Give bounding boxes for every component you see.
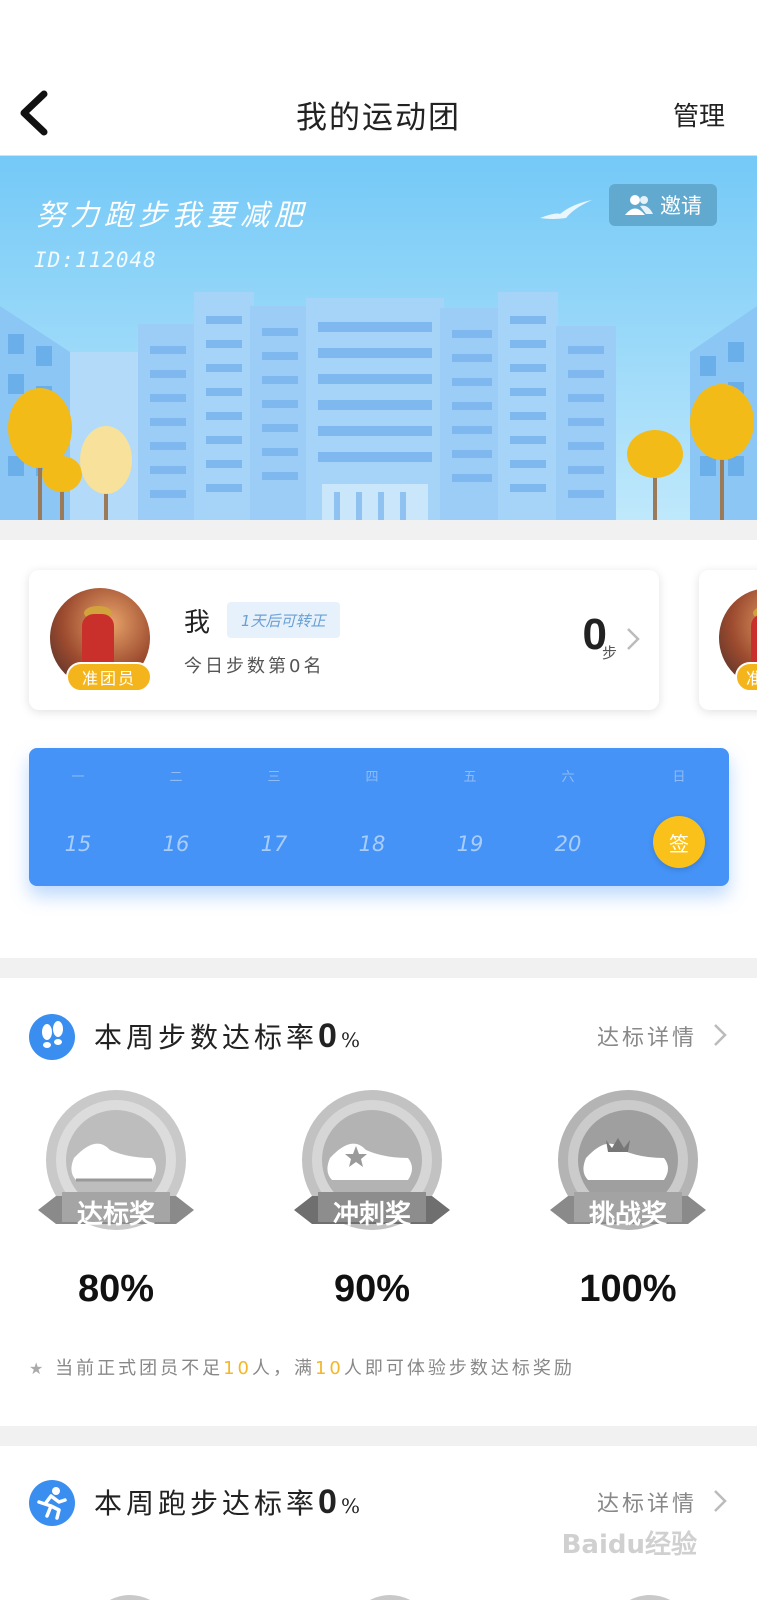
team-banner: 努力跑步我要减肥 ID:112048 邀请 <box>0 156 757 520</box>
run-rate-title-text: 本周跑步达标率 <box>94 1487 319 1520</box>
step-rate-title-text: 本周步数达标率 <box>94 1021 319 1054</box>
weekday-label: 二 <box>169 770 183 785</box>
page-title: 我的运动团 <box>296 100 461 136</box>
team-name: 努力跑步我要减肥 <box>36 198 309 232</box>
run-rate-value: 0 <box>318 1483 341 1521</box>
note-number: 10 <box>314 1358 344 1379</box>
run-rate-title: 本周跑步达标率0% <box>94 1482 364 1522</box>
chevron-right-icon[interactable] <box>713 1488 727 1514</box>
medal-challenge: 挑战奖 <box>548 1088 708 1248</box>
weekday-label: 四 <box>365 770 379 785</box>
run-rate-section: 本周跑步达标率0% 达标详情 Baidu经验 <box>0 1446 757 1600</box>
step-rate-note: ★ 当前正式团员不足10人，满10人即可体验步数达标奖励 <box>29 1354 575 1380</box>
date-label: 15 <box>64 832 92 856</box>
medal-percent: 80% <box>77 1268 155 1310</box>
page: 我的运动团 管理 努力跑步我要减肥 ID:112048 邀请 准团员 我 1天后… <box>0 0 757 1600</box>
manage-button[interactable]: 管理 <box>673 96 725 133</box>
note-mid: 人，满 <box>251 1358 315 1379</box>
weekday-label: 五 <box>463 770 477 785</box>
medal-label: 挑战奖 <box>588 1200 667 1230</box>
run-rate-unit: % <box>340 1494 364 1518</box>
date-label: 16 <box>162 832 190 856</box>
invite-label: 邀请 <box>660 194 702 218</box>
group-icon <box>625 195 653 215</box>
member-card-me[interactable]: 准团员 我 1天后可转正 今日步数第0名 0 步 <box>29 570 659 710</box>
running-icon-glyph <box>37 1487 67 1520</box>
medal-reach: 达标奖 <box>36 1088 196 1248</box>
role-badge: 准团员 <box>66 662 152 692</box>
chevron-right-icon <box>627 628 640 650</box>
member-steps-unit: 步 <box>601 644 617 662</box>
footprints-icon-glyph <box>42 1021 63 1048</box>
weekday-label: 一 <box>71 770 85 785</box>
watermark: Baidu经验 <box>561 1530 697 1560</box>
weekday-label: 三 <box>267 770 281 785</box>
step-rate-value: 0 <box>318 1017 341 1055</box>
member-status-tag: 1天后可转正 <box>227 602 340 638</box>
footprints-icon <box>29 1014 75 1060</box>
weekday-label: 日 <box>672 770 686 785</box>
medal-tops-peek <box>110 1595 670 1600</box>
week-checkin-card: 一 二 三 四 五 六 日 15 16 17 18 19 20 签 <box>29 748 729 886</box>
chevron-right-icon[interactable] <box>713 1022 727 1048</box>
medal-label: 达标奖 <box>76 1200 155 1230</box>
date-label: 18 <box>358 832 386 856</box>
member-card-next[interactable]: 准 <box>699 570 757 710</box>
weekday-label: 六 <box>561 770 575 785</box>
medal-percent: 90% <box>333 1268 411 1310</box>
status-bar <box>0 0 757 70</box>
date-label: 17 <box>260 832 288 856</box>
step-rate-unit: % <box>340 1028 364 1052</box>
date-label: 20 <box>554 832 582 856</box>
note-number: 10 <box>223 1358 252 1379</box>
team-id: ID:112048 <box>34 248 157 272</box>
members-section: 准团员 我 1天后可转正 今日步数第0名 0 步 准 一 二 三 四 五 六 日 <box>0 540 757 958</box>
medal-sprint: 冲刺奖 <box>292 1088 452 1248</box>
note-suffix: 人即可体验步数达标奖励 <box>343 1358 575 1379</box>
medal-label: 冲刺奖 <box>332 1200 411 1230</box>
date-label: 19 <box>456 832 484 856</box>
medal-percent: 100% <box>579 1268 677 1310</box>
note-prefix: 当前正式团员不足 <box>55 1358 224 1379</box>
run-rate-detail-link[interactable]: 达标详情 <box>597 1486 697 1518</box>
running-icon <box>29 1480 75 1526</box>
invite-button[interactable]: 邀请 <box>609 184 717 226</box>
member-rank: 今日步数第0名 <box>184 656 325 677</box>
role-badge: 准 <box>735 662 757 692</box>
step-rate-detail-link[interactable]: 达标详情 <box>597 1020 697 1052</box>
nav-bar: 我的运动团 管理 <box>0 70 757 156</box>
sign-in-button[interactable]: 签 <box>653 816 705 868</box>
step-rate-title: 本周步数达标率0% <box>94 1016 364 1056</box>
step-rate-section: 本周步数达标率0% 达标详情 达标奖 冲刺奖 挑战奖 80% 90% 100% … <box>0 978 757 1426</box>
member-name: 我 <box>184 608 211 638</box>
star-icon: ★ <box>29 1359 47 1378</box>
